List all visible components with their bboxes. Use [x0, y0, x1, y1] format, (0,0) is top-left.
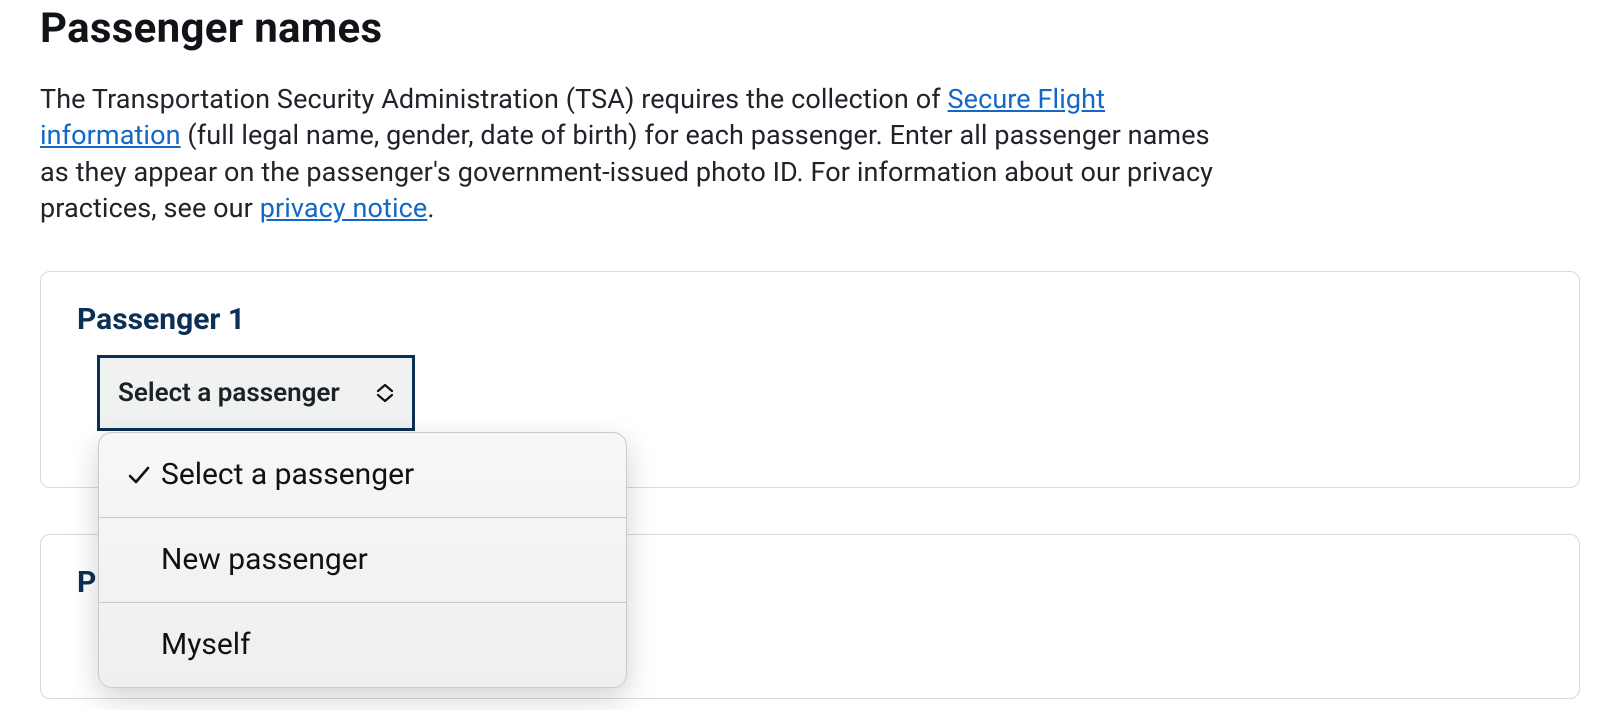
intro-paragraph: The Transportation Security Administrati…	[40, 81, 1240, 227]
passenger-1-select-label: Select a passenger	[118, 378, 340, 408]
intro-text-2: (full legal name, gender, date of birth)…	[40, 119, 1213, 224]
passenger-1-title: Passenger 1	[77, 302, 1543, 337]
page-title: Passenger names	[40, 0, 1580, 53]
intro-text-1: The Transportation Security Administrati…	[40, 83, 948, 115]
passenger-1-select[interactable]: Select a passenger	[97, 355, 415, 431]
dropdown-option-label: Select a passenger	[161, 457, 414, 492]
select-chevrons-icon	[376, 383, 394, 403]
intro-text-3: .	[427, 192, 434, 224]
checkmark-icon	[121, 463, 157, 487]
passenger-1-dropdown: Select a passenger New passenger Myself	[98, 432, 627, 688]
dropdown-option-label: Myself	[161, 627, 251, 662]
dropdown-option-new-passenger[interactable]: New passenger	[99, 518, 626, 603]
dropdown-option-select-a-passenger[interactable]: Select a passenger	[99, 433, 626, 518]
privacy-notice-link[interactable]: privacy notice	[260, 192, 428, 224]
dropdown-option-label: New passenger	[161, 542, 368, 577]
dropdown-option-myself[interactable]: Myself	[99, 603, 626, 687]
passenger-1-card: Passenger 1 Select a passenger Select a …	[40, 271, 1580, 488]
